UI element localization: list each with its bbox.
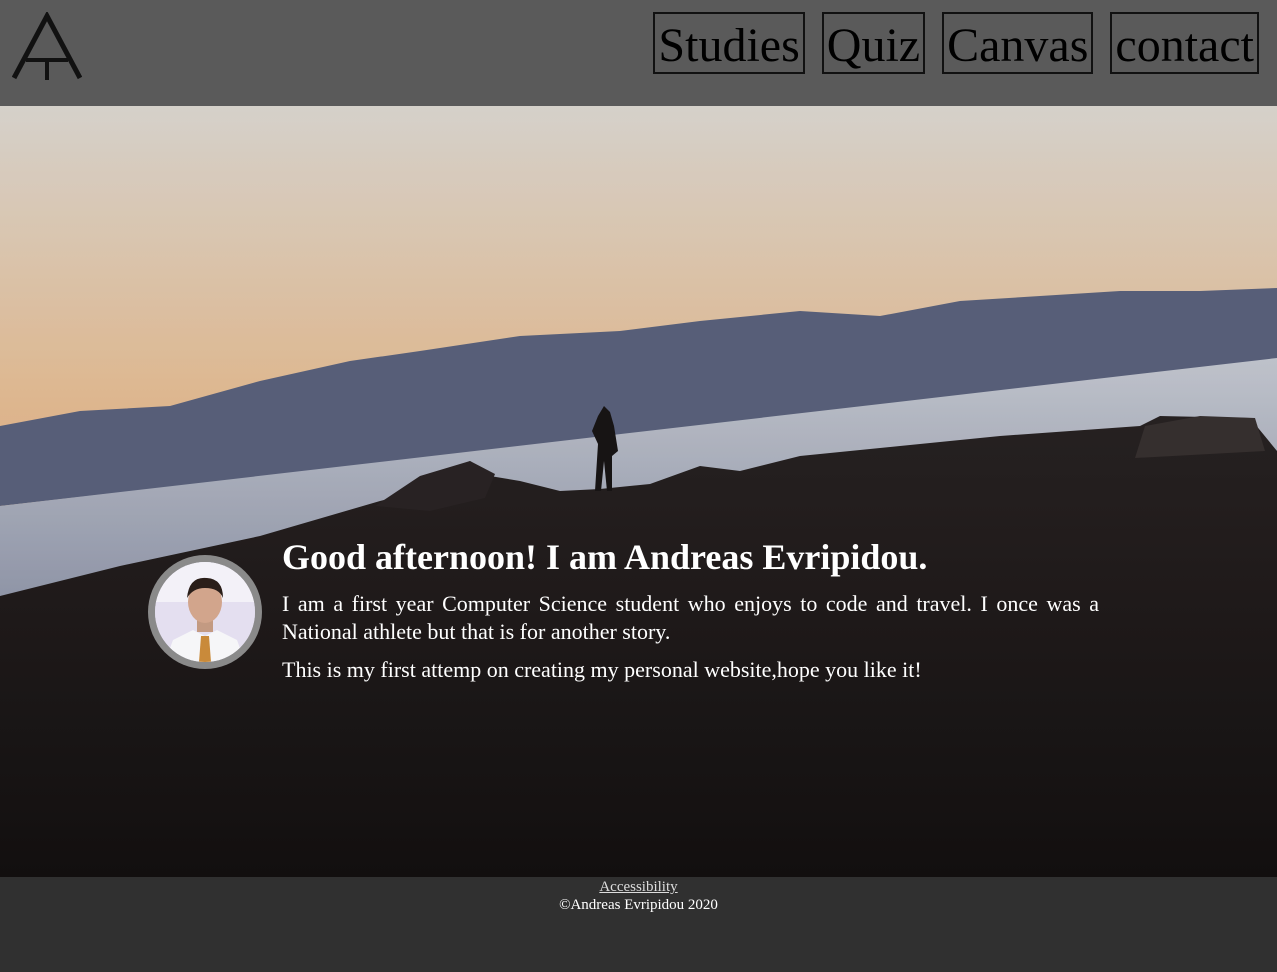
nav-link-quiz[interactable]: Quiz	[821, 12, 926, 74]
nav-link-canvas[interactable]: Canvas	[942, 12, 1094, 74]
website-note-paragraph: This is my first attemp on creating my p…	[282, 657, 922, 682]
sunset-coast-photo-icon	[0, 106, 1277, 877]
monogram-logo-icon[interactable]	[12, 12, 82, 82]
site-footer: Accessibility ©Andreas Evripidou 2020	[0, 877, 1277, 972]
accessibility-link[interactable]: Accessibility	[599, 878, 677, 896]
hero-section: Good afternoon! I am Andreas Evripidou. …	[0, 106, 1277, 877]
site-header: Studies Quiz Canvas contact	[0, 0, 1277, 106]
nav-link-studies[interactable]: Studies	[653, 12, 805, 74]
copyright-text: ©Andreas Evripidou 2020	[559, 897, 718, 913]
profile-photo-icon	[155, 562, 255, 662]
intro-block: Good afternoon! I am Andreas Evripidou. …	[282, 535, 1099, 684]
nav-link-contact[interactable]: contact	[1110, 12, 1259, 74]
greeting-heading: Good afternoon! I am Andreas Evripidou.	[282, 537, 928, 577]
main-nav: Studies Quiz Canvas contact	[653, 12, 1259, 74]
avatar	[148, 555, 262, 669]
intro-paragraph: I am a first year Computer Science stude…	[282, 591, 1099, 644]
